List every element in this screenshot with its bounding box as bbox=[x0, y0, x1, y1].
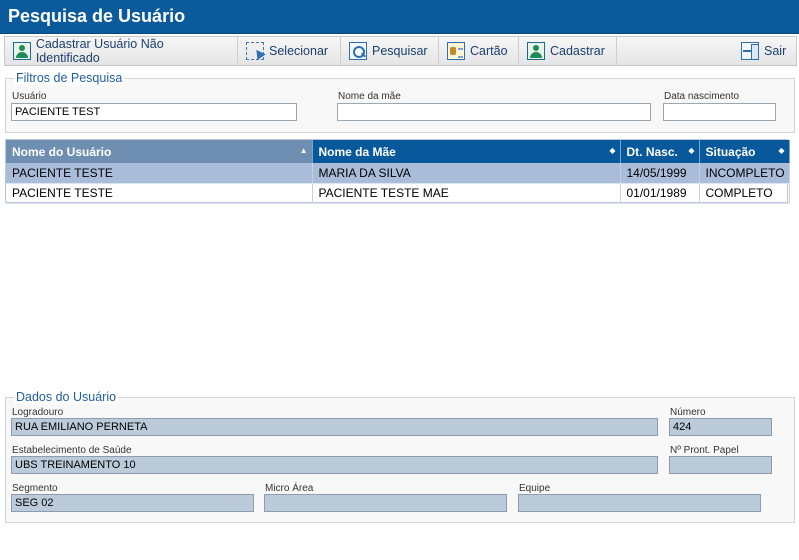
cell-dt-nasc: 01/01/1989 bbox=[620, 183, 700, 204]
cell-nome-usuario: PACIENTE TESTE bbox=[6, 183, 313, 204]
segmento-field bbox=[11, 494, 254, 512]
birth-date-label: Data nascimento bbox=[664, 91, 740, 102]
segmento-label: Segmento bbox=[12, 483, 58, 494]
numero-field bbox=[669, 418, 772, 436]
exit-icon bbox=[741, 42, 759, 60]
column-header-nome-usuario[interactable]: Nome do Usuário ▲ bbox=[6, 140, 313, 163]
toolbar: Cadastrar Usuário Não Identificado Selec… bbox=[4, 36, 797, 66]
column-header-situacao-label: Situação bbox=[705, 144, 756, 159]
usuario-label: Usuário bbox=[12, 91, 47, 102]
table-row[interactable]: PACIENTE TESTE PACIENTE TESTE MAE 01/01/… bbox=[6, 183, 790, 204]
prontuario-label: Nº Pront. Papel bbox=[670, 445, 739, 456]
search-filters-legend: Filtros de Pesquisa bbox=[14, 71, 125, 85]
cell-nome-mae: MARIA DA SILVA bbox=[312, 163, 621, 184]
cell-situacao: COMPLETO bbox=[699, 183, 790, 204]
cell-nome-usuario: PACIENTE TESTE bbox=[6, 163, 313, 184]
exit-button[interactable]: Sair bbox=[733, 37, 795, 65]
logradouro-label: Logradouro bbox=[12, 407, 64, 418]
column-header-situacao[interactable]: Situação ◆ bbox=[699, 140, 790, 163]
select-icon bbox=[246, 42, 264, 60]
card-button[interactable]: Cartão bbox=[439, 37, 519, 65]
search-icon bbox=[349, 42, 367, 60]
card-icon bbox=[447, 42, 465, 60]
micro-area-label: Micro Área bbox=[265, 483, 314, 494]
sort-icon: ◆ bbox=[688, 146, 695, 155]
column-header-dt-nasc-label: Dt. Nasc. bbox=[626, 144, 678, 159]
users-grid: Nome do Usuário ▲ Nome da Mãe ◆ Dt. Nasc. ◆… bbox=[5, 139, 790, 204]
page-title: Pesquisa de Usuário bbox=[8, 6, 186, 26]
usuario-input[interactable] bbox=[11, 103, 297, 121]
column-header-nome-mae[interactable]: Nome da Mãe ◆ bbox=[312, 140, 621, 163]
numero-label: Número bbox=[670, 407, 706, 418]
table-row[interactable]: PACIENTE TESTE MARIA DA SILVA 14/05/1999… bbox=[6, 163, 790, 184]
mae-input[interactable] bbox=[337, 103, 651, 121]
column-header-nome-mae-label: Nome da Mãe bbox=[318, 144, 396, 159]
search-filters-group: Filtros de Pesquisa Usuário Nome da mãe … bbox=[5, 71, 795, 133]
register-button[interactable]: Cadastrar bbox=[519, 37, 617, 65]
birth-date-input[interactable] bbox=[663, 103, 776, 121]
register-label: Cadastrar bbox=[550, 44, 605, 58]
register-unidentified-user-label: Cadastrar Usuário Não Identificado bbox=[35, 37, 164, 65]
user-data-group: Dados do Usuário Logradouro Número Estab… bbox=[5, 390, 795, 523]
register-unidentified-user-button[interactable]: Cadastrar Usuário Não Identificado bbox=[5, 37, 238, 65]
user-data-legend: Dados do Usuário bbox=[14, 390, 119, 404]
sort-icon: ◆ bbox=[778, 146, 785, 155]
sort-icon: ◆ bbox=[609, 146, 616, 155]
column-header-nome-usuario-label: Nome do Usuário bbox=[12, 144, 112, 159]
search-button[interactable]: Pesquisar bbox=[341, 37, 439, 65]
logradouro-field bbox=[11, 418, 658, 436]
card-label: Cartão bbox=[470, 44, 508, 58]
sort-ascending-icon: ▲ bbox=[299, 146, 308, 155]
user-icon bbox=[527, 42, 545, 60]
cell-nome-mae: PACIENTE TESTE MAE bbox=[312, 183, 621, 204]
exit-label: Sair bbox=[764, 44, 787, 58]
cell-situacao: INCOMPLETO bbox=[699, 163, 790, 184]
micro-area-field bbox=[264, 494, 507, 512]
search-label: Pesquisar bbox=[372, 44, 428, 58]
estabelecimento-field bbox=[11, 456, 658, 474]
title-bar: Pesquisa de Usuário bbox=[0, 0, 799, 34]
column-header-dt-nasc[interactable]: Dt. Nasc. ◆ bbox=[620, 140, 700, 163]
select-label: Selecionar bbox=[269, 44, 329, 58]
prontuario-field bbox=[669, 456, 772, 474]
select-button[interactable]: Selecionar bbox=[238, 37, 341, 65]
grid-header-row: Nome do Usuário ▲ Nome da Mãe ◆ Dt. Nasc. ◆… bbox=[6, 140, 790, 163]
equipe-label: Equipe bbox=[519, 483, 551, 494]
mae-label: Nome da mãe bbox=[338, 91, 401, 102]
user-icon bbox=[13, 42, 31, 60]
cell-dt-nasc: 14/05/1999 bbox=[620, 163, 700, 184]
estabelecimento-label: Estabelecimento de Saúde bbox=[12, 445, 132, 456]
equipe-field bbox=[518, 494, 761, 512]
